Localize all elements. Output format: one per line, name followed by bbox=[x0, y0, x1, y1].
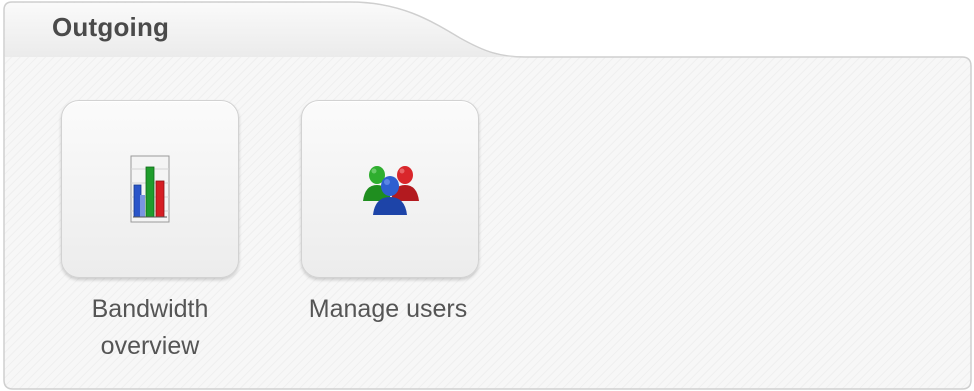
bandwidth-overview-button[interactable] bbox=[61, 100, 239, 278]
bandwidth-overview-label[interactable]: Bandwidth overview bbox=[30, 291, 270, 365]
outgoing-panel: Outgoing Bandwidth overview Manage users bbox=[0, 0, 974, 391]
manage-users-button[interactable] bbox=[301, 100, 479, 278]
manage-users-label[interactable]: Manage users bbox=[268, 291, 508, 328]
label-line-2: overview bbox=[100, 332, 200, 360]
bar-chart-icon bbox=[130, 155, 170, 223]
section-title: Outgoing bbox=[52, 12, 170, 42]
label-line-1: Manage users bbox=[308, 295, 468, 323]
label-line-1: Bandwidth bbox=[91, 295, 209, 323]
users-group-icon bbox=[363, 166, 419, 215]
